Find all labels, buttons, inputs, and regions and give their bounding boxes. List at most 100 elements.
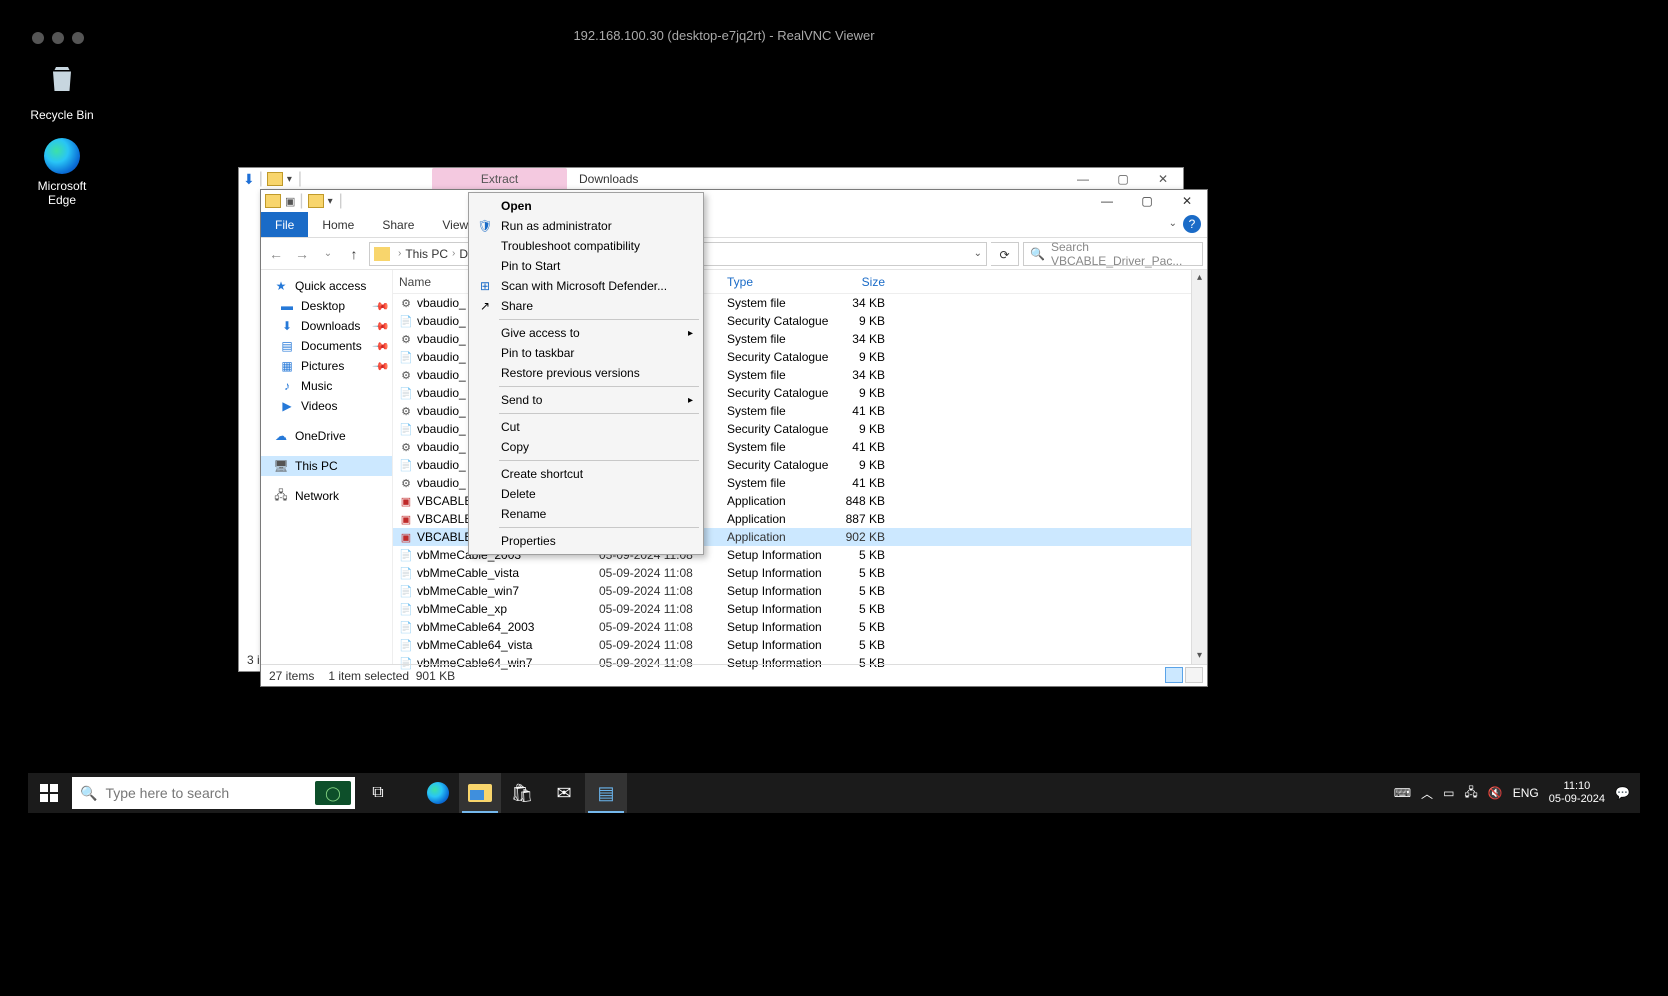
taskbar-app[interactable]: ▤ (585, 773, 627, 813)
extract-tab[interactable]: Extract (432, 168, 567, 190)
taskbar: 🔍 Type here to search ◯ ⧉ 🛍 ✉ ▤ ⌨ ︿ ▭ 🖧 … (28, 773, 1640, 813)
file-name: vbaudio_ (417, 296, 466, 310)
maximize-button[interactable]: ▢ (1127, 190, 1167, 212)
nav-network[interactable]: 🖧Network (261, 486, 392, 506)
file-size: 5 KB (831, 584, 891, 598)
ctx-pin-start[interactable]: Pin to Start (471, 256, 701, 276)
file-name: vbaudio_ (417, 458, 466, 472)
qat-save-icon[interactable]: ▣ (285, 195, 295, 208)
file-date: 05-09-2024 11:08 (599, 602, 727, 616)
desktop-microsoft-edge[interactable]: Microsoft Edge (22, 138, 102, 207)
cortana-button[interactable]: ◯ (315, 781, 351, 805)
desktop-icon: ▬ (279, 298, 295, 314)
tray-keyboard-icon[interactable]: ⌨ (1394, 786, 1411, 800)
address-dropdown-icon[interactable]: ⌄ (974, 248, 982, 259)
title-bar[interactable]: ▣ | ▾ | — ▢ ✕ (261, 190, 1207, 212)
ctx-pin-taskbar[interactable]: Pin to taskbar (471, 343, 701, 363)
ribbon-tab-share[interactable]: Share (368, 212, 428, 237)
taskbar-store[interactable]: 🛍 (501, 773, 543, 813)
file-type-icon: 📄 (399, 566, 413, 580)
ctx-give-access[interactable]: Give access to▸ (471, 323, 701, 343)
ctx-copy[interactable]: Copy (471, 437, 701, 457)
nav-documents[interactable]: ▤Documents📌 (261, 336, 392, 356)
nav-videos[interactable]: ▶Videos (261, 396, 392, 416)
ctx-restore-versions[interactable]: Restore previous versions (471, 363, 701, 383)
close-button[interactable]: ✕ (1167, 190, 1207, 212)
view-details-button[interactable] (1165, 667, 1183, 683)
ctx-separator (499, 386, 699, 387)
minimize-button[interactable]: — (1087, 190, 1127, 212)
nav-up-button[interactable]: ↑ (343, 246, 365, 262)
minimize-button[interactable]: — (1063, 168, 1103, 190)
tray-clock[interactable]: 11:10 05-09-2024 (1549, 780, 1605, 806)
share-icon: ↗ (477, 299, 493, 313)
file-name: vbaudio_ (417, 404, 466, 418)
taskbar-search-input[interactable]: 🔍 Type here to search ◯ (72, 777, 355, 809)
nav-recent-dropdown[interactable]: ⌄ (317, 248, 339, 259)
tray-network-icon[interactable]: 🖧 (1464, 783, 1477, 804)
explorer-window-vbcable: ▣ | ▾ | — ▢ ✕ File Home Share View ⌄ ? ←… (260, 189, 1208, 687)
file-type-icon: ⚙ (399, 296, 413, 310)
refresh-button[interactable]: ⟳ (991, 242, 1019, 266)
search-input[interactable]: 🔍 Search VBCABLE_Driver_Pac... (1023, 242, 1203, 266)
ctx-open[interactable]: Open (471, 196, 701, 216)
nav-quick-access[interactable]: ★Quick access (261, 276, 392, 296)
file-name: vbMmeCable_win7 (417, 584, 519, 598)
close-button[interactable]: ✕ (1143, 168, 1183, 190)
tray-chevron-up-icon[interactable]: ︿ (1421, 785, 1433, 802)
ctx-troubleshoot[interactable]: Troubleshoot compatibility (471, 236, 701, 256)
nav-music[interactable]: ♪Music (261, 376, 392, 396)
nav-pictures[interactable]: ▦Pictures📌 (261, 356, 392, 376)
view-thumbnails-button[interactable] (1185, 667, 1203, 683)
tray-volume-icon[interactable]: 🔇 (1488, 786, 1503, 800)
table-row[interactable]: 📄vbMmeCable64_200305-09-2024 11:08Setup … (393, 618, 1207, 636)
file-type-icon: 📄 (399, 458, 413, 472)
nav-onedrive[interactable]: ☁OneDrive (261, 426, 392, 446)
start-button[interactable] (28, 773, 70, 813)
ctx-cut[interactable]: Cut (471, 417, 701, 437)
nav-forward-button: → (291, 246, 313, 262)
ctx-run-as-admin[interactable]: 🛡Run as administrator (471, 216, 701, 236)
file-name: vbMmeCable_xp (417, 602, 507, 616)
windows-logo-icon (40, 784, 58, 802)
scroll-down-icon[interactable]: ▾ (1192, 648, 1207, 664)
ctx-send-to[interactable]: Send to▸ (471, 390, 701, 410)
desktop-recycle-bin[interactable]: Recycle Bin (22, 55, 102, 122)
nav-downloads[interactable]: ⬇Downloads📌 (261, 316, 392, 336)
column-size[interactable]: Size (831, 275, 891, 289)
defender-icon: ⊞ (477, 279, 493, 293)
taskbar-task-view[interactable]: ⧉ (357, 773, 399, 813)
nav-this-pc[interactable]: 🖥This PC (261, 456, 392, 476)
tray-language[interactable]: ENG (1513, 786, 1539, 800)
taskbar-edge[interactable] (417, 773, 459, 813)
file-name: vbaudio_ (417, 368, 466, 382)
vertical-scrollbar[interactable]: ▴ ▾ (1191, 270, 1207, 664)
table-row[interactable]: 📄vbMmeCable_vista05-09-2024 11:08Setup I… (393, 564, 1207, 582)
ctx-share[interactable]: ↗Share (471, 296, 701, 316)
ctx-rename[interactable]: Rename (471, 504, 701, 524)
ctx-scan-defender[interactable]: ⊞Scan with Microsoft Defender... (471, 276, 701, 296)
ctx-properties[interactable]: Properties (471, 531, 701, 551)
table-row[interactable]: 📄vbMmeCable_win705-09-2024 11:08Setup In… (393, 582, 1207, 600)
nav-desktop[interactable]: ▬Desktop📌 (261, 296, 392, 316)
taskbar-mail[interactable]: ✉ (543, 773, 585, 813)
table-row[interactable]: 📄vbMmeCable_xp05-09-2024 11:08Setup Info… (393, 600, 1207, 618)
tray-meet-now-icon[interactable]: ▭ (1443, 786, 1454, 800)
ribbon-tab-file[interactable]: File (261, 212, 308, 237)
ctx-delete[interactable]: Delete (471, 484, 701, 504)
pc-icon: 🖥 (273, 458, 289, 474)
ribbon-tab-home[interactable]: Home (308, 212, 368, 237)
breadcrumb-this-pc[interactable]: This PC (405, 247, 448, 261)
table-row[interactable]: 📄vbMmeCable64_vista05-09-2024 11:08Setup… (393, 636, 1207, 654)
ctx-create-shortcut[interactable]: Create shortcut (471, 464, 701, 484)
ribbon-expand-icon[interactable]: ⌄ (1169, 218, 1177, 229)
column-type[interactable]: Type (727, 275, 831, 289)
file-size: 887 KB (831, 512, 891, 526)
nav-back-button[interactable]: ← (265, 246, 287, 262)
taskbar-file-explorer[interactable] (459, 773, 501, 813)
maximize-button[interactable]: ▢ (1103, 168, 1143, 190)
help-button[interactable]: ? (1183, 215, 1201, 233)
file-size: 5 KB (831, 620, 891, 634)
tray-notifications-icon[interactable]: 💬 (1615, 786, 1630, 800)
scroll-up-icon[interactable]: ▴ (1192, 270, 1207, 286)
